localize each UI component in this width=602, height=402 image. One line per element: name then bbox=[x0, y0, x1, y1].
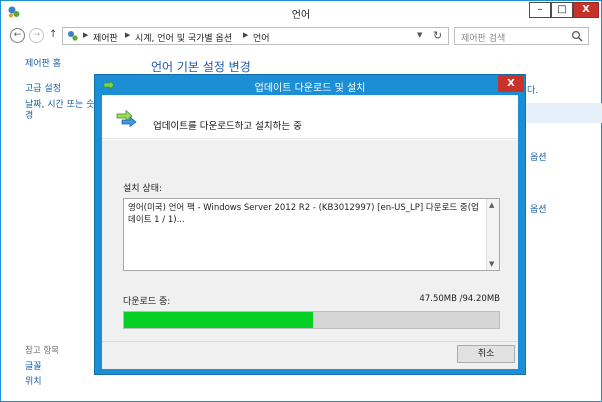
dialog-header: 업데이트를 다운로드하고 설치하는 중 bbox=[102, 95, 518, 139]
download-progress-bar bbox=[123, 311, 500, 329]
window-title: 언어 bbox=[291, 10, 311, 21]
control-panel-icon bbox=[68, 31, 78, 41]
install-status-textbox[interactable]: 영어(미국) 언어 팩 - Windows Server 2012 R2 - (… bbox=[123, 198, 500, 271]
sidebar-item-date-time-continued[interactable]: 경 bbox=[25, 108, 33, 121]
see-also-fonts[interactable]: 글꼴 bbox=[25, 359, 42, 372]
footer-divider bbox=[102, 341, 518, 342]
refresh-icon[interactable]: ↻ bbox=[433, 29, 442, 42]
breadcrumb-separator-icon: ▶ bbox=[83, 31, 89, 39]
status-scrollbar[interactable]: ▲ ▼ bbox=[486, 199, 499, 270]
sidebar-item-control-panel-home[interactable]: 제어판 홈 bbox=[25, 56, 61, 69]
language-options-link[interactable]: 옵션 bbox=[530, 202, 547, 215]
sidebar-item-date-time[interactable]: 날짜, 시간 또는 숫 bbox=[25, 97, 94, 110]
language-list-row[interactable] bbox=[521, 103, 602, 123]
address-bar[interactable]: ▶ 제어판 ▶ 시계, 언어 및 국가별 옵션 ▶ 언어 ▼ ↻ bbox=[62, 27, 449, 45]
close-button[interactable]: X bbox=[573, 2, 599, 18]
back-button[interactable]: ← bbox=[10, 28, 25, 43]
search-placeholder: 제어판 검색 bbox=[461, 34, 506, 44]
chevron-down-icon[interactable]: ▼ bbox=[417, 31, 422, 39]
install-status-text: 영어(미국) 언어 팩 - Windows Server 2012 R2 - (… bbox=[128, 203, 479, 225]
see-also-heading: 참고 항목 bbox=[25, 346, 59, 356]
dialog-title: 업데이트 다운로드 및 설치 bbox=[254, 83, 366, 94]
download-progress-fill bbox=[124, 312, 313, 328]
language-options-link[interactable]: 옵션 bbox=[530, 150, 547, 163]
dialog-body: 설치 상태: 영어(미국) 언어 팩 - Windows Server 2012… bbox=[102, 140, 518, 369]
dialog-close-button[interactable]: X bbox=[498, 75, 524, 92]
download-label: 다운로드 중: bbox=[123, 297, 171, 307]
breadcrumb-control-panel[interactable]: 제어판 bbox=[93, 31, 118, 44]
dialog-content: 업데이트를 다운로드하고 설치하는 중 설치 상태: 영어(미국) 언어 팩 -… bbox=[102, 95, 518, 369]
update-arrows-icon bbox=[116, 109, 137, 127]
breadcrumb-language[interactable]: 언어 bbox=[253, 31, 270, 44]
search-input[interactable]: 제어판 검색 bbox=[454, 27, 589, 45]
sidebar-item-advanced-settings[interactable]: 고급 설정 bbox=[25, 81, 61, 94]
dialog-titlebar[interactable]: 업데이트 다운로드 및 설치 X bbox=[95, 75, 525, 95]
update-download-dialog: 업데이트 다운로드 및 설치 X 업데이트를 다운로드하고 설치하는 중 설치 … bbox=[94, 74, 526, 375]
page-title: 언어 기본 설정 변경 bbox=[151, 60, 251, 74]
cancel-button[interactable]: 취소 bbox=[457, 345, 515, 363]
install-status-label: 설치 상태: bbox=[123, 184, 163, 194]
main-text-fragment: 다. bbox=[527, 86, 539, 96]
navigation-bar: ← → ↑ ▶ 제어판 ▶ 시계, 언어 및 국가별 옵션 ▶ 언어 ▼ ↻ 제… bbox=[1, 23, 601, 49]
window-titlebar[interactable]: 언어 – □ X bbox=[1, 1, 601, 23]
breadcrumb-clock-language[interactable]: 시계, 언어 및 국가별 옵션 bbox=[135, 31, 232, 44]
minimize-button[interactable]: – bbox=[529, 2, 551, 18]
dialog-header-text: 업데이트를 다운로드하고 설치하는 중 bbox=[153, 121, 302, 132]
scroll-up-icon[interactable]: ▲ bbox=[489, 201, 494, 209]
scroll-down-icon[interactable]: ▼ bbox=[489, 260, 494, 268]
up-button[interactable]: ↑ bbox=[49, 29, 57, 40]
maximize-button[interactable]: □ bbox=[551, 2, 573, 18]
see-also-location[interactable]: 위치 bbox=[25, 374, 42, 387]
forward-button[interactable]: → bbox=[29, 28, 44, 43]
breadcrumb-separator-icon: ▶ bbox=[125, 31, 131, 39]
breadcrumb-separator-icon: ▶ bbox=[243, 31, 249, 39]
search-icon[interactable] bbox=[571, 30, 583, 42]
download-size: 47.50MB /94.20MB bbox=[419, 294, 500, 304]
